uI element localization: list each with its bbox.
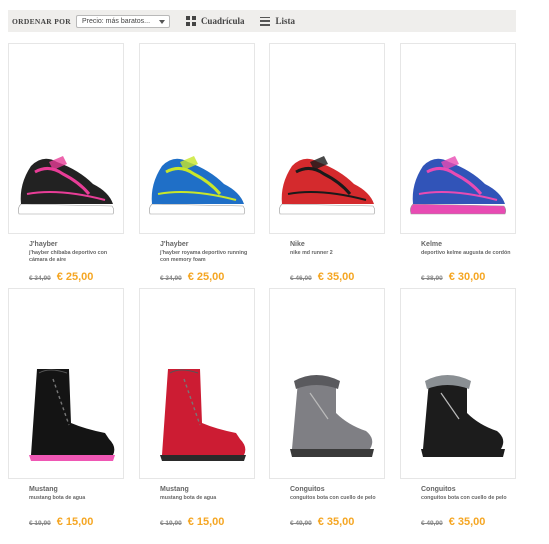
product-description[interactable]: nike md runner 2 xyxy=(290,250,380,257)
list-view-label: Lista xyxy=(275,16,295,26)
product-card[interactable] xyxy=(8,43,124,234)
product-description[interactable]: j'hayber chibaba deportivo con cámara de… xyxy=(29,250,119,264)
product-description[interactable]: conguitos bota con cuello de pelo xyxy=(421,495,511,502)
old-price: € 19,90 xyxy=(160,520,182,527)
old-price: € 19,90 xyxy=(29,520,51,527)
current-price: € 35,00 xyxy=(448,516,486,528)
current-price: € 25,00 xyxy=(56,271,94,283)
old-price: € 49,90 xyxy=(421,520,443,527)
product-price: € 49,90 € 35,00 xyxy=(421,516,485,528)
sort-dropdown-value: Precio: más baratos... xyxy=(81,17,151,25)
product-price: € 38,90 € 30,00 xyxy=(421,271,485,283)
product-brand[interactable]: Nike xyxy=(290,241,380,248)
product-brand[interactable]: Mustang xyxy=(160,486,250,493)
old-price: € 38,90 xyxy=(421,275,443,282)
current-price: € 15,00 xyxy=(187,516,225,528)
grid-view-button[interactable]: Cuadrícula xyxy=(185,16,245,26)
product-price: € 34,90 € 25,00 xyxy=(160,271,224,283)
product-price: € 49,90 € 35,00 xyxy=(290,516,354,528)
current-price: € 35,00 xyxy=(317,516,355,528)
product-card[interactable] xyxy=(269,43,385,234)
sort-dropdown[interactable]: Precio: más baratos... xyxy=(75,14,170,28)
product-description[interactable]: mustang bota de agua xyxy=(160,495,250,502)
product-card[interactable] xyxy=(139,288,255,479)
product-brand[interactable]: Mustang xyxy=(29,486,119,493)
old-price: € 49,90 xyxy=(290,520,312,527)
product-brand[interactable]: Kelme xyxy=(421,241,511,248)
product-card[interactable] xyxy=(8,288,124,479)
product-description[interactable]: mustang bota de agua xyxy=(29,495,119,502)
product-price: € 19,90 € 15,00 xyxy=(29,516,93,528)
product-card[interactable] xyxy=(400,288,516,479)
product-brand[interactable]: Conguitos xyxy=(421,486,511,493)
product-card[interactable] xyxy=(400,43,516,234)
product-description[interactable]: deportivo kelme augusta de cordón xyxy=(421,250,511,257)
old-price: € 34,90 xyxy=(29,275,51,282)
chevron-down-icon xyxy=(158,19,165,24)
product-price: € 46,00 € 35,00 xyxy=(290,271,354,283)
current-price: € 30,00 xyxy=(448,271,486,283)
product-card[interactable] xyxy=(269,288,385,479)
current-price: € 35,00 xyxy=(317,271,355,283)
product-brand[interactable]: J'hayber xyxy=(29,241,119,248)
sort-label: ORDENAR POR xyxy=(12,16,71,26)
product-price: € 19,90 € 15,00 xyxy=(160,516,224,528)
grid-icon xyxy=(185,16,196,26)
list-icon xyxy=(260,16,271,26)
product-card[interactable] xyxy=(139,43,255,234)
product-price: € 34,90 € 25,00 xyxy=(29,271,93,283)
list-view-button[interactable]: Lista xyxy=(260,16,295,26)
old-price: € 34,90 xyxy=(160,275,182,282)
sort-toolbar: ORDENAR POR Precio: más baratos... Cuadr… xyxy=(8,10,516,32)
product-brand[interactable]: Conguitos xyxy=(290,486,380,493)
product-description[interactable]: conguitos bota con cuello de pelo xyxy=(290,495,380,502)
product-brand[interactable]: J'hayber xyxy=(160,241,250,248)
grid-view-label: Cuadrícula xyxy=(200,16,245,26)
current-price: € 15,00 xyxy=(56,516,94,528)
product-description[interactable]: j'hayber royama deportivo running con me… xyxy=(160,250,250,264)
current-price: € 25,00 xyxy=(187,271,225,283)
old-price: € 46,00 xyxy=(290,275,312,282)
